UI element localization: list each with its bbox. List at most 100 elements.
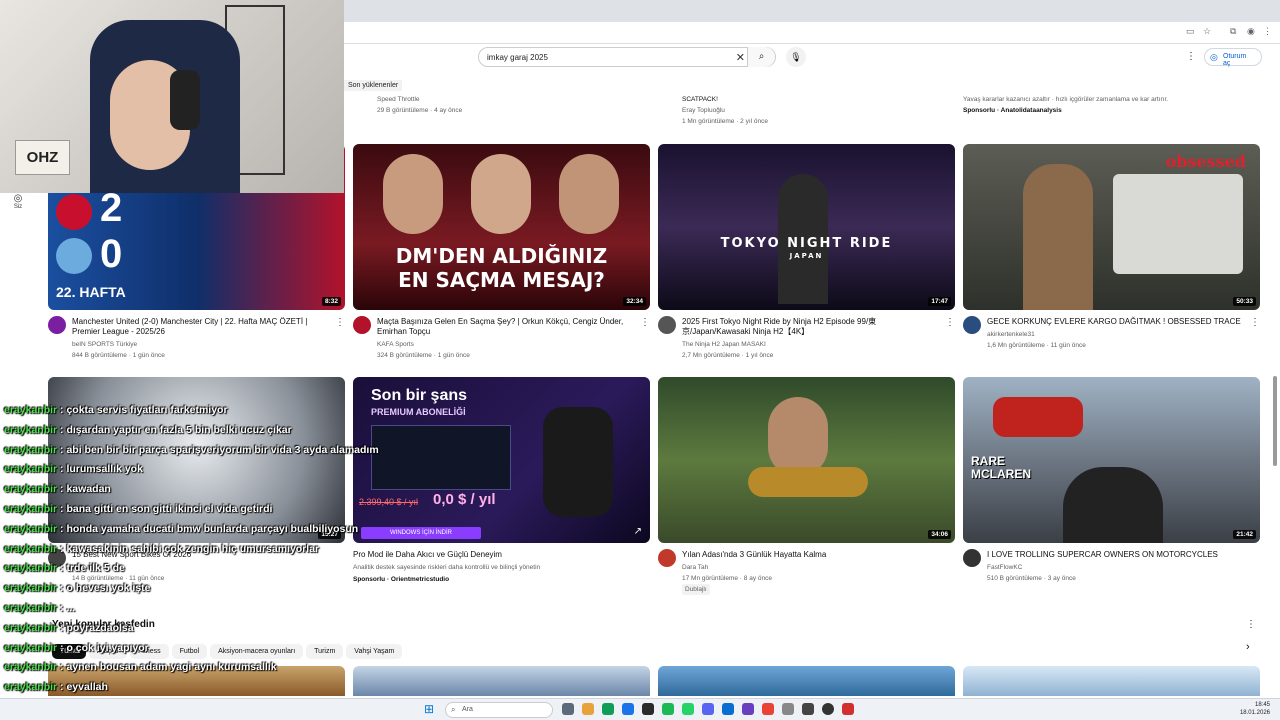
duration-badge: 34:06 bbox=[928, 530, 951, 539]
steam-icon[interactable] bbox=[642, 703, 654, 715]
channel-name[interactable]: Dara Tah bbox=[682, 562, 708, 573]
prev-ad-sponsor: Sponsorlu · Anatolidataanalysis bbox=[963, 107, 1062, 114]
duration-badge: 8:32 bbox=[321, 297, 341, 306]
settings-menu-icon[interactable]: ⋮ bbox=[1186, 51, 1196, 62]
bookmark-icon[interactable]: ☆ bbox=[1203, 26, 1211, 37]
prev-video-1-channel: Speed Throttle bbox=[377, 96, 420, 103]
video-title[interactable]: Yılan Adası'nda 3 Günlük Hayatta Kalma bbox=[682, 550, 940, 560]
search-icon: ⌕ bbox=[451, 705, 456, 714]
sidebar-item-you[interactable]: ◎ Siz bbox=[10, 193, 26, 210]
edge-icon[interactable] bbox=[622, 703, 634, 715]
more-icon[interactable]: ⋮ bbox=[640, 317, 650, 328]
mancity-crest bbox=[56, 238, 92, 274]
ad-headline: Son bir şans bbox=[371, 387, 468, 404]
chat-text: eyvallah bbox=[66, 681, 108, 694]
chat-text: aynen bousan adam yagi aynı kurumsallık bbox=[66, 661, 277, 674]
thumb-text: 22. HAFTA bbox=[56, 284, 126, 300]
more-icon[interactable]: ⋮ bbox=[335, 317, 345, 328]
chip-wildlife[interactable]: Vahşi Yaşam bbox=[346, 644, 403, 659]
channel-avatar[interactable] bbox=[658, 549, 676, 567]
channel-avatar[interactable] bbox=[353, 316, 371, 334]
menu-icon[interactable]: ⋮ bbox=[1263, 26, 1272, 37]
app-icon-4[interactable] bbox=[782, 703, 794, 715]
channel-name[interactable]: akirkertenkele31 bbox=[987, 329, 1035, 340]
channel-name[interactable]: The Ninja H2 Japan MASAKI bbox=[682, 339, 766, 350]
prev-video-2-meta: SCATPACK! Eray Topluoğlu 1 Mn görüntüleme … bbox=[682, 94, 768, 127]
channel-avatar[interactable] bbox=[48, 316, 66, 334]
spotify-icon[interactable] bbox=[662, 703, 674, 715]
explore-thumb-4[interactable] bbox=[963, 666, 1260, 696]
score-away: 0 bbox=[100, 232, 123, 276]
discord-icon[interactable] bbox=[702, 703, 714, 715]
section-label: Son yüklenenler bbox=[344, 80, 403, 91]
channel-avatar[interactable] bbox=[658, 316, 676, 334]
video-title[interactable]: Maçta Başınıza Gelen En Saçma Şey? | Ork… bbox=[377, 317, 635, 337]
app-icon-2[interactable] bbox=[722, 703, 734, 715]
explore-thumb-2[interactable] bbox=[353, 666, 650, 696]
chat-text: trde ilk 5 de bbox=[66, 562, 125, 575]
media-icon[interactable] bbox=[822, 703, 834, 715]
app-icon-3[interactable] bbox=[742, 703, 754, 715]
bear-figure bbox=[543, 407, 613, 517]
chat-text: çokta servis fiyatları farketmiyor bbox=[66, 404, 228, 416]
explore-more-icon[interactable]: ⋮ bbox=[1246, 619, 1256, 630]
install-icon[interactable]: ▭ bbox=[1186, 26, 1195, 37]
chat-message: eraykanbir : eyvallah bbox=[4, 678, 354, 698]
system-tray-clock[interactable]: 18:45 18.01.2026 bbox=[1240, 701, 1270, 717]
video-thumbnail[interactable]: TOKYO NIGHT RIDE JAPAN 17:47 bbox=[658, 144, 955, 310]
channel-avatar[interactable] bbox=[963, 549, 981, 567]
video-meta: 844 B görüntüleme · 1 gün önce bbox=[72, 352, 165, 359]
dubbed-badge: Dublajlı bbox=[682, 584, 710, 595]
chat-message: eraykanbir : abi ben bir bir parça spari… bbox=[4, 441, 379, 461]
channel-name[interactable]: FastFlowKC bbox=[987, 562, 1022, 573]
external-link-icon[interactable]: ↗ bbox=[634, 526, 642, 537]
explore-thumb-3[interactable] bbox=[658, 666, 955, 696]
video-thumbnail[interactable]: RARE MCLAREN 21:42 bbox=[963, 377, 1260, 543]
profile-icon[interactable]: ◉ bbox=[1247, 26, 1255, 37]
ad-thumbnail[interactable]: Son bir şans PREMIUM ABONELİĞİ 2.399,40 … bbox=[353, 377, 650, 543]
clear-icon[interactable]: ✕ bbox=[736, 51, 745, 64]
prev-video-2-channel: Eray Topluoğlu bbox=[682, 107, 725, 114]
app-icon-5[interactable] bbox=[842, 703, 854, 715]
person-1 bbox=[383, 154, 443, 234]
person-face bbox=[768, 397, 828, 477]
ad-cta-button[interactable]: WINDOWS İÇİN İNDİR bbox=[361, 527, 481, 539]
chat-message: eraykanbir : kawasakinin sahibi çok zeng… bbox=[4, 540, 354, 560]
mic-icon[interactable]: 🎙 bbox=[786, 47, 806, 67]
signin-button[interactable]: ◎ Oturum aç bbox=[1204, 48, 1262, 67]
video-meta: 17 Mn görüntüleme · 8 ay önce bbox=[682, 575, 772, 582]
video-thumbnail[interactable]: obsessed 50:33 bbox=[963, 144, 1260, 310]
obs-icon[interactable] bbox=[802, 703, 814, 715]
extensions-icon[interactable]: ⧉ bbox=[1230, 26, 1236, 37]
chat-message: eraykanbir : poyrazdaolsa bbox=[4, 619, 354, 639]
explorer-icon[interactable] bbox=[582, 703, 594, 715]
ad-sponsor[interactable]: Sponsorlu · Orientmetricstudio bbox=[353, 574, 449, 585]
channel-avatar[interactable] bbox=[963, 316, 981, 334]
taskview-icon[interactable] bbox=[562, 703, 574, 715]
more-icon[interactable]: ⋮ bbox=[945, 317, 955, 328]
channel-name[interactable]: KAFA Sports bbox=[377, 339, 414, 350]
taskbar-search[interactable]: ⌕ Ara bbox=[445, 702, 553, 718]
ad-title[interactable]: Pro Mod ile Daha Akıcı ve Güçlü Deneyim bbox=[353, 550, 611, 560]
more-icon[interactable]: ⋮ bbox=[1250, 317, 1260, 328]
chart-graphic bbox=[371, 425, 511, 490]
windows-start-icon[interactable]: ⊞ bbox=[424, 702, 434, 716]
address-bar[interactable] bbox=[344, 22, 1280, 44]
video-title[interactable]: GECE KORKUNÇ EVLERE KARGO DAĞITMAK ! OBS… bbox=[987, 317, 1245, 327]
duration-badge: 32:34 bbox=[623, 297, 646, 306]
van bbox=[1113, 174, 1243, 274]
video-title[interactable]: 2025 First Tokyo Night Ride by Ninja H2 … bbox=[682, 317, 940, 337]
whatsapp-icon[interactable] bbox=[682, 703, 694, 715]
video-thumbnail[interactable]: DM'DEN ALDIĞINIZ EN SAÇMA MESAJ? 32:34 bbox=[353, 144, 650, 310]
scrollbar[interactable] bbox=[1273, 376, 1277, 466]
chevron-right-icon[interactable]: › bbox=[1246, 641, 1250, 653]
video-title[interactable]: Manchester United (2-0) Manchester City … bbox=[72, 317, 330, 337]
video-title[interactable]: I LOVE TROLLING SUPERCAR OWNERS ON MOTOR… bbox=[987, 550, 1245, 560]
video-thumbnail[interactable]: 34:06 bbox=[658, 377, 955, 543]
chrome-icon[interactable] bbox=[762, 703, 774, 715]
search-input[interactable]: imkay garaj 2025 ✕ ⌕ bbox=[478, 47, 776, 67]
chat-username: eraykanbir bbox=[4, 483, 58, 496]
search-button[interactable]: ⌕ bbox=[747, 47, 775, 67]
app-icon[interactable] bbox=[602, 703, 614, 715]
channel-name[interactable]: beIN SPORTS Türkiye bbox=[72, 339, 137, 350]
